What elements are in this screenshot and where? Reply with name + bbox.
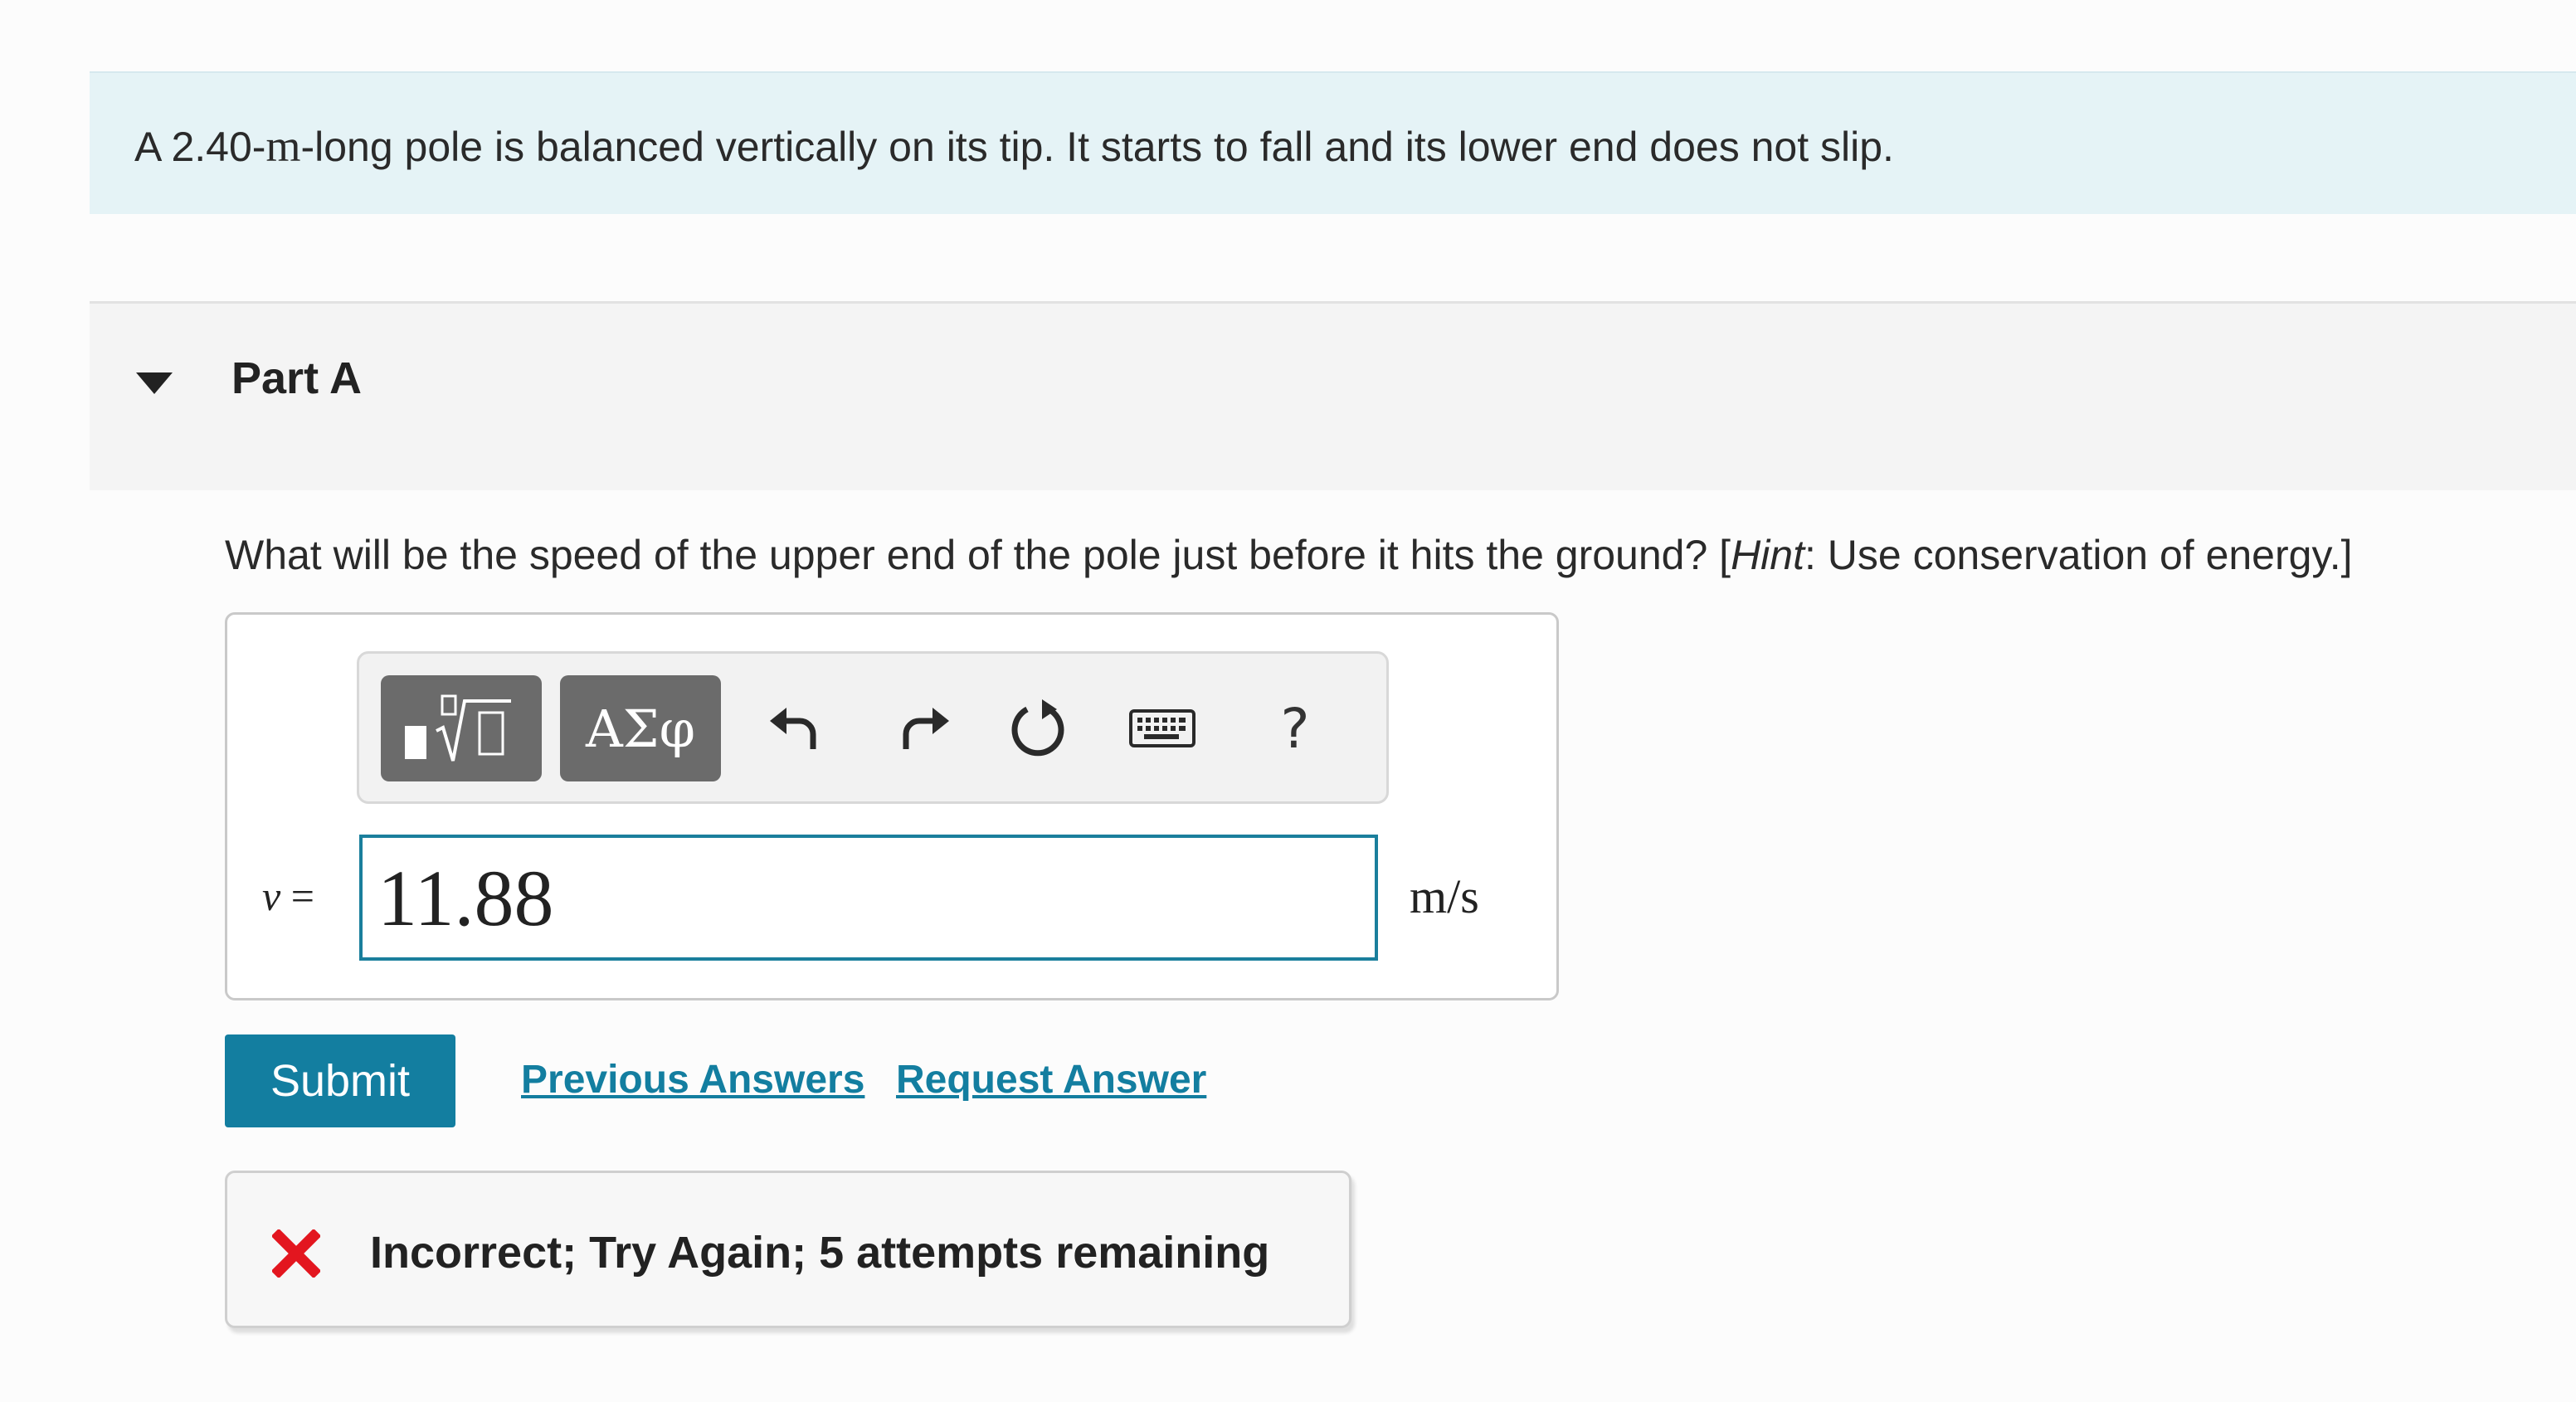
reset-button[interactable] (1006, 695, 1073, 762)
request-answer-link[interactable]: Request Answer (896, 1056, 1206, 1104)
templates-button[interactable] (381, 675, 542, 781)
templates-radical-icon (405, 694, 511, 762)
unit-label: m/s (1410, 869, 1479, 923)
answer-box: ΑΣφ ? v = 11.88 m/s (225, 612, 1559, 1000)
math-toolbar: ΑΣφ ? (357, 651, 1389, 804)
part-title: Part A (231, 353, 363, 403)
question-text: What will be the speed of the upper end … (225, 532, 2353, 578)
problem-statement: A 2.40-m-long pole is balanced verticall… (90, 71, 2576, 214)
undo-button[interactable] (762, 695, 829, 762)
redo-icon (903, 708, 949, 749)
hint-label: Hint (1731, 532, 1804, 578)
submit-button[interactable]: Submit (225, 1034, 455, 1127)
feedback-text: Incorrect; Try Again; 5 attempts remaini… (370, 1228, 1270, 1278)
previous-answers-link[interactable]: Previous Answers (521, 1056, 864, 1104)
part-a-header[interactable]: Part A (90, 301, 2576, 490)
redo-button[interactable] (890, 695, 957, 762)
help-button[interactable]: ? (1262, 695, 1328, 762)
feedback-box: Incorrect; Try Again; 5 attempts remaini… (225, 1171, 1351, 1328)
problem-text: A 2.40-m-long pole is balanced verticall… (134, 121, 1894, 171)
incorrect-x-icon (272, 1229, 320, 1278)
reset-icon (1011, 699, 1064, 757)
greek-symbols-button[interactable]: ΑΣφ (560, 675, 721, 781)
answer-input[interactable] (359, 835, 1378, 961)
unit-meters: m (265, 121, 301, 171)
keyboard-button[interactable] (1129, 695, 1195, 762)
collapse-caret-icon[interactable] (136, 372, 173, 394)
undo-icon (770, 708, 816, 749)
variable-label: v = (262, 873, 314, 919)
keyboard-icon (1129, 709, 1195, 747)
